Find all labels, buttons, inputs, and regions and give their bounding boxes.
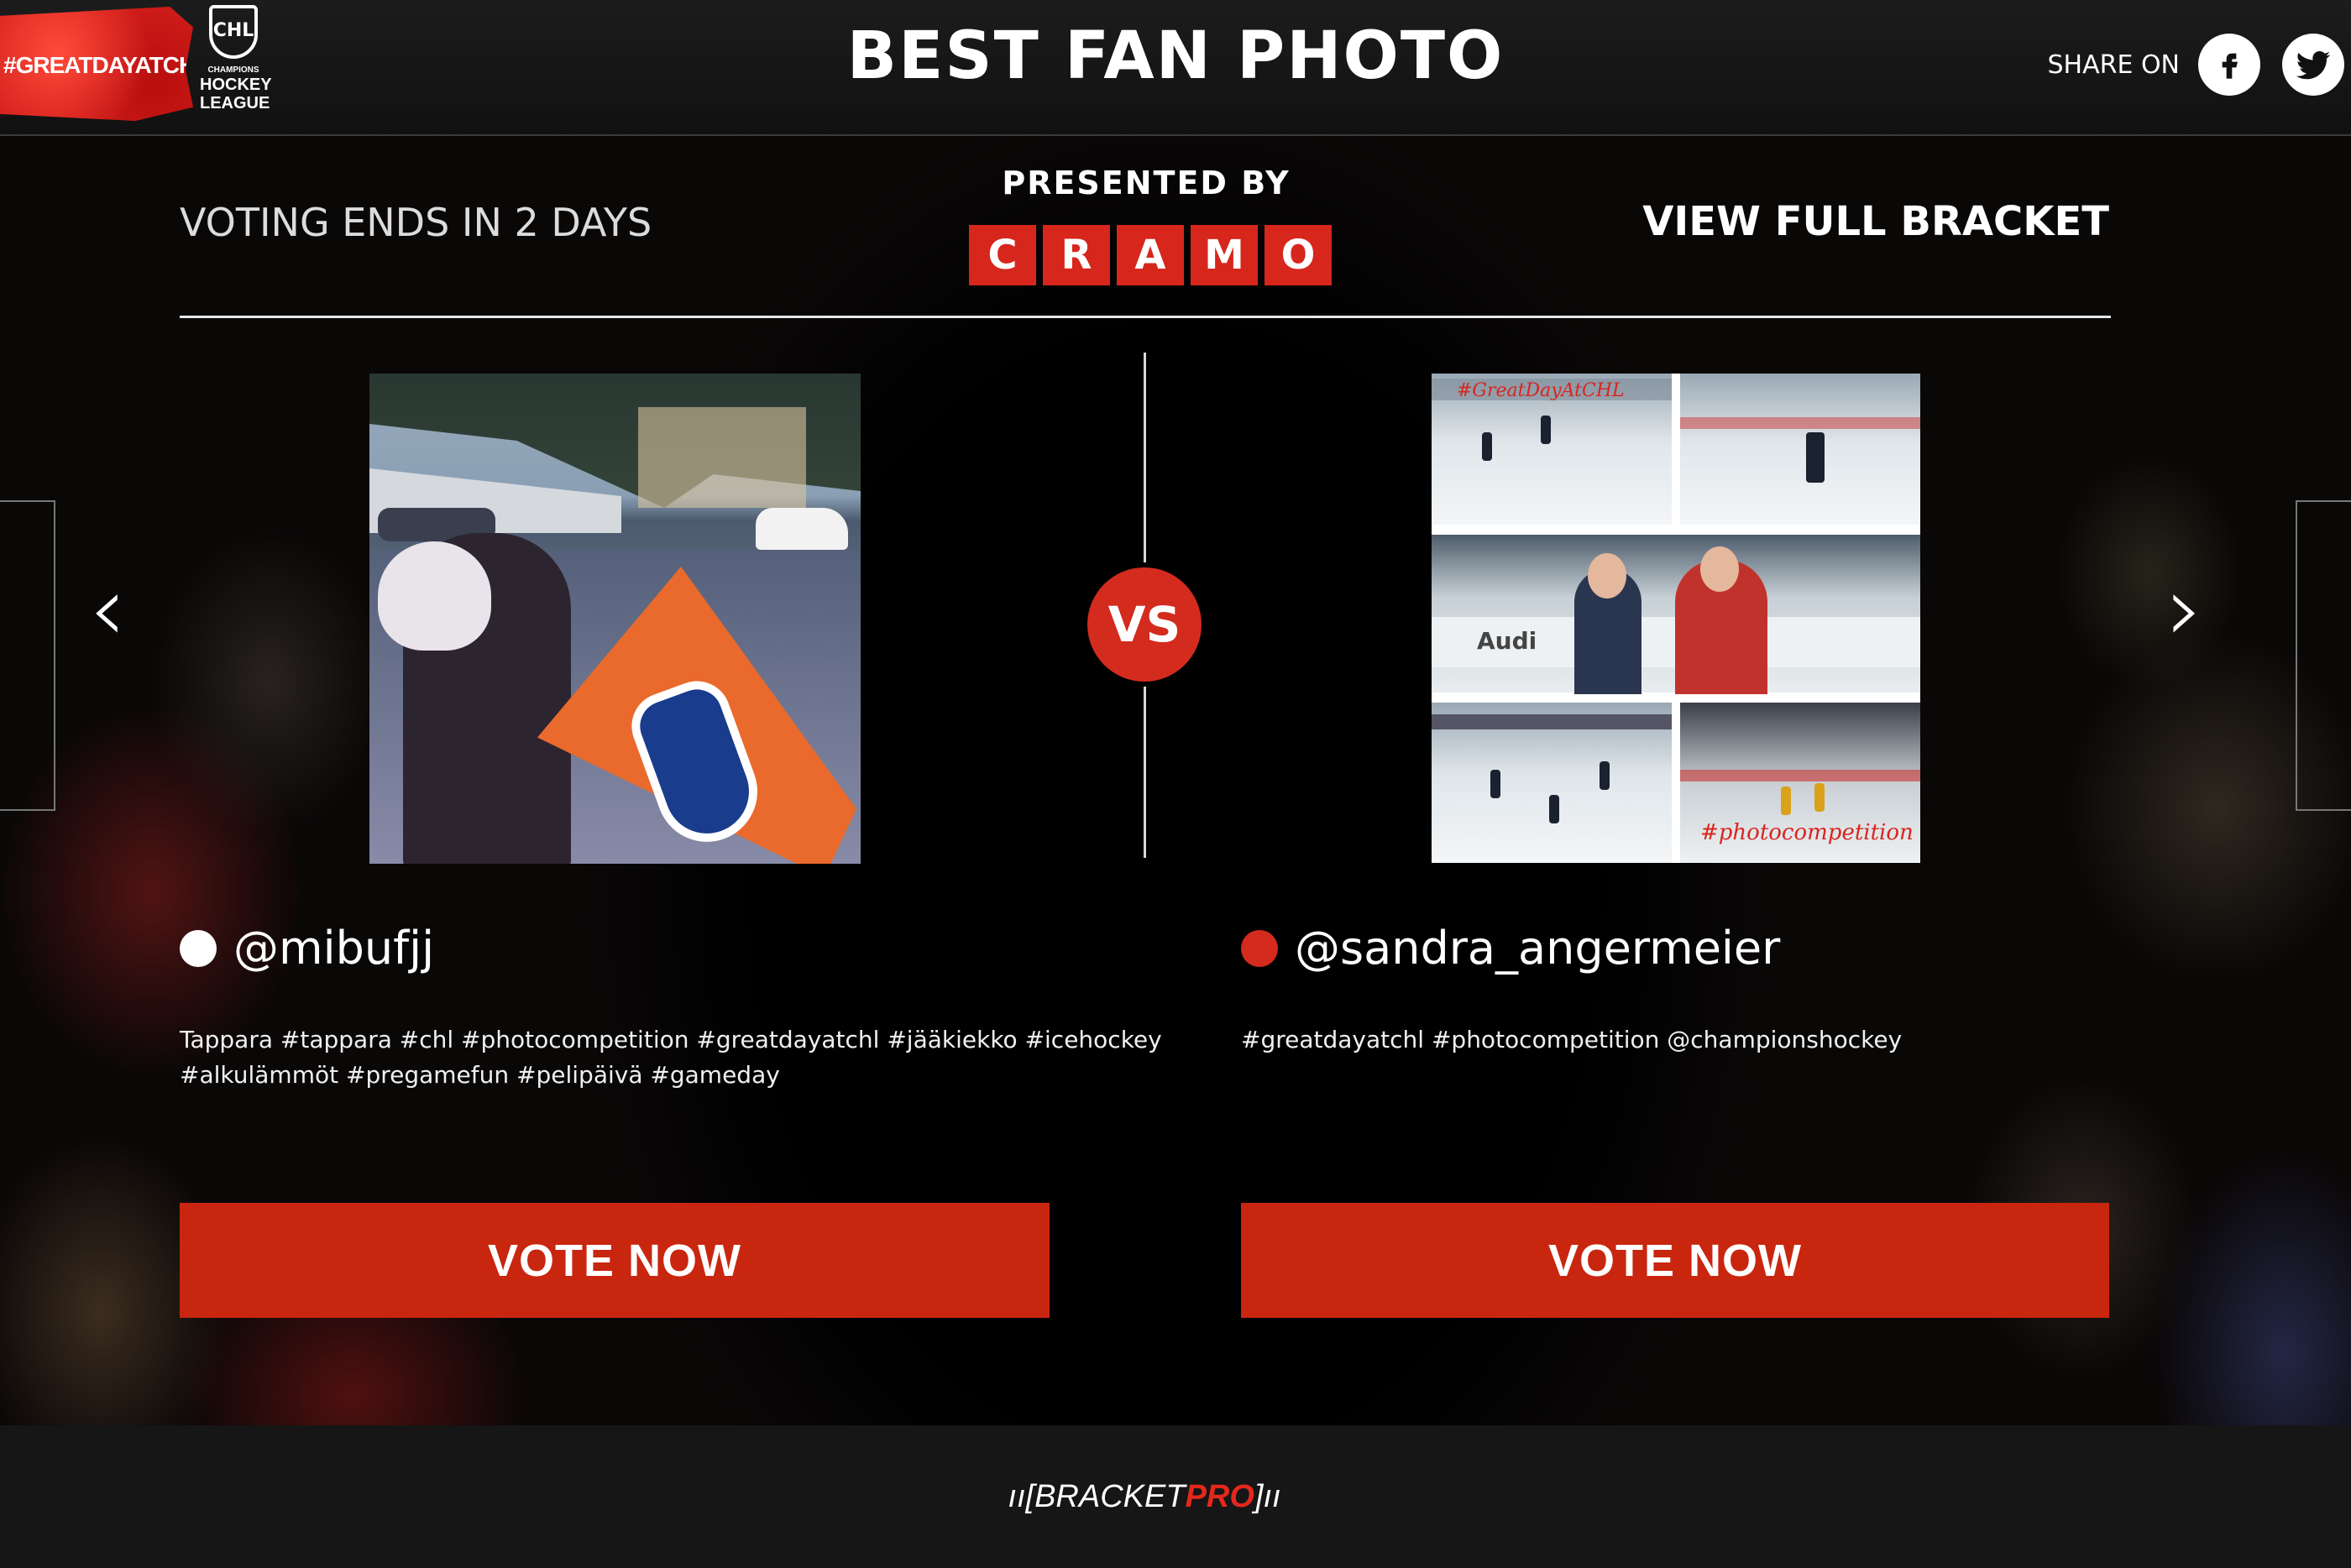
sponsor-letter: O: [1265, 225, 1332, 285]
vote-right-button[interactable]: VOTE NOW: [1241, 1203, 2109, 1318]
left-entry-dot: [180, 929, 217, 967]
view-full-bracket-link[interactable]: VIEW FULL BRACKET: [1642, 198, 2109, 245]
share-bar: SHARE ON: [2047, 30, 2351, 99]
presented-by-label: PRESENTED BY: [1002, 165, 1291, 201]
logo-text-pro: PRO: [1185, 1479, 1254, 1514]
chevron-left-icon[interactable]: ‹: [89, 562, 126, 655]
footer: ıı[BRACKETPRO]ıı: [0, 1425, 2351, 1568]
left-entry-photo[interactable]: [369, 374, 861, 864]
logo-bracket-open: ıı[: [1008, 1479, 1035, 1514]
collage-hashtag: #GreatDayAtCHL: [1457, 380, 1625, 401]
left-username[interactable]: @mibufjj: [180, 922, 434, 975]
photo-player: [1600, 761, 1610, 790]
photo-player: [1814, 783, 1825, 812]
vs-badge: VS: [1087, 567, 1202, 682]
prev-matchup-button[interactable]: [0, 500, 55, 811]
collage-hashtag: #photocompetition: [1700, 820, 1914, 845]
sponsor-letter: M: [1191, 225, 1258, 285]
photo-face: [1700, 546, 1739, 592]
facebook-icon[interactable]: [2198, 34, 2260, 96]
collage-cell: Audi: [1432, 535, 1920, 694]
sponsor-letter: A: [1117, 225, 1184, 285]
right-entry-dot: [1241, 929, 1278, 967]
left-caption: Tappara #tappara #chl #photocompetition …: [180, 1022, 1162, 1093]
left-caption-line: #alkulämmöt #pregamefun #pelipäivä #game…: [180, 1061, 780, 1089]
photo-sky: [638, 407, 806, 508]
right-caption-line: #greatdayatchl #photocompetition @champi…: [1241, 1026, 1903, 1053]
twitter-icon[interactable]: [2282, 34, 2344, 96]
chevron-right-icon[interactable]: ›: [2166, 562, 2203, 655]
photo-player: [1549, 795, 1559, 823]
sponsor-letter: R: [1043, 225, 1110, 285]
right-username[interactable]: @sandra_angermeier: [1241, 922, 1780, 975]
photo-car: [756, 508, 848, 550]
left-caption-line: Tappara #tappara #chl #photocompetition …: [180, 1026, 1162, 1053]
bracketpro-logo[interactable]: ıı[BRACKETPRO]ıı: [0, 1479, 2289, 1515]
sponsor-letter: C: [969, 225, 1036, 285]
photo-player: [1482, 432, 1492, 461]
voting-countdown: VOTING ENDS IN 2 DAYS: [180, 200, 652, 245]
chl-wordmark-line2: LEAGUE: [200, 94, 270, 112]
collage-cell: #photocompetition: [1680, 703, 1920, 863]
vote-left-button[interactable]: VOTE NOW: [180, 1203, 1050, 1318]
next-matchup-button[interactable]: [2296, 500, 2351, 811]
header-divider: [180, 316, 2111, 318]
logo-text-bracket: BRACKET: [1034, 1479, 1186, 1514]
right-username-text: @sandra_angermeier: [1295, 922, 1781, 975]
right-entry-photo[interactable]: #GreatDayAtCHL Audi #photocompetition: [1432, 374, 1920, 863]
left-username-text: @mibufjj: [233, 922, 435, 975]
collage-cell: [1680, 374, 1920, 525]
photo-boards: [1432, 714, 1672, 729]
sponsor-logo[interactable]: C R A M O: [969, 225, 1332, 285]
collage-cell: #GreatDayAtCHL: [1432, 374, 1672, 525]
page-title: BEST FAN PHOTO: [846, 18, 1505, 94]
collage-cell: [1432, 703, 1672, 863]
photo-boards: [1680, 770, 1920, 781]
share-label: SHARE ON: [2047, 50, 2180, 80]
photo-boards: [1680, 417, 1920, 429]
collage-ad: Audi: [1477, 627, 1537, 655]
logo-bracket-close: ]ıı: [1254, 1479, 1281, 1514]
photo-player: [1806, 432, 1825, 483]
photo-player: [1490, 770, 1500, 798]
photo-hat: [378, 541, 491, 651]
top-bar: #GREATDAYATCHL CHL CHAMPIONS HOCKEY LEAG…: [0, 0, 2351, 136]
photo-player: [1541, 416, 1551, 444]
photo-player: [1781, 787, 1791, 815]
photo-face: [1588, 553, 1626, 598]
right-caption: #greatdayatchl #photocompetition @champi…: [1241, 1022, 1902, 1058]
